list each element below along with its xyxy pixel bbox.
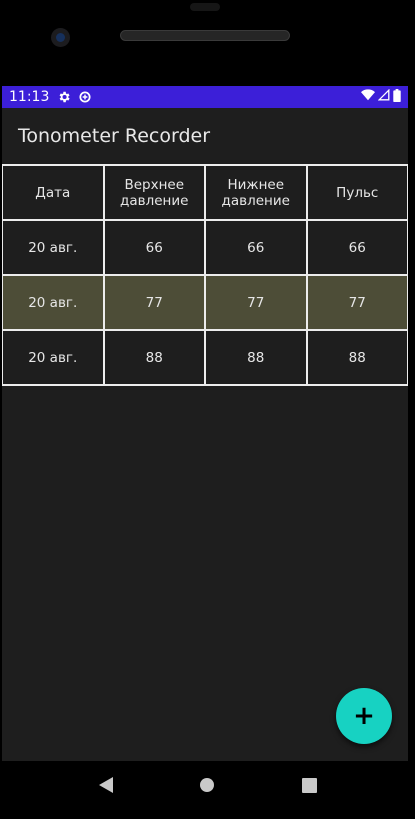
wifi-icon	[361, 89, 375, 105]
status-time: 11:13	[9, 89, 50, 105]
readings-table: Дата Верхнее давление Нижнее давление Пуль…	[2, 164, 408, 386]
header-date-label: Дата	[35, 184, 71, 201]
cell-systolic[interactable]: 88	[102, 329, 206, 386]
header-pulse: Пульс	[305, 164, 408, 221]
cell-date[interactable]: 20 авг.	[2, 329, 105, 386]
app-screen: 11:13 Tonometer Recorder Дата Верхнее дав…	[2, 86, 408, 761]
device-top-speaker	[190, 3, 220, 11]
status-bar: 11:13	[2, 86, 408, 108]
battery-icon	[393, 88, 401, 106]
home-icon[interactable]	[187, 765, 227, 805]
system-nav-bar	[0, 761, 415, 809]
header-date: Дата	[2, 164, 105, 221]
cell-date[interactable]: 20 авг.	[2, 274, 105, 331]
add-reading-button[interactable]: +	[336, 688, 392, 744]
header-pulse-label: Пульс	[336, 184, 379, 201]
cell-diastolic[interactable]: 77	[204, 274, 308, 331]
header-diastolic: Нижнее давление	[204, 164, 308, 221]
cell-systolic[interactable]: 66	[102, 219, 206, 276]
earpiece-grill	[120, 30, 290, 41]
table-row-selected[interactable]: 20 авг. 77 77 77	[2, 274, 408, 331]
gear-icon	[57, 90, 71, 104]
cell-pulse[interactable]: 66	[305, 219, 408, 276]
app-title: Tonometer Recorder	[18, 125, 211, 147]
cell-date[interactable]: 20 авг.	[2, 219, 105, 276]
cell-pulse[interactable]: 77	[305, 274, 408, 331]
cell-signal-icon	[377, 88, 390, 105]
recents-icon[interactable]	[289, 765, 329, 805]
status-right-icons	[361, 88, 401, 106]
table-row[interactable]: 20 авг. 88 88 88	[2, 329, 408, 386]
plus-icon: +	[353, 701, 375, 731]
app-bar: Tonometer Recorder	[2, 108, 408, 164]
header-systolic-label-line2: давление	[120, 192, 189, 209]
data-saver-icon	[78, 90, 92, 104]
table-row[interactable]: 20 авг. 66 66 66	[2, 219, 408, 276]
cell-pulse[interactable]: 88	[305, 329, 408, 386]
camera-lens	[56, 33, 65, 42]
header-diastolic-label-line2: давление	[221, 192, 290, 209]
cell-diastolic[interactable]: 66	[204, 219, 308, 276]
header-systolic-label-line1: Верхнее	[124, 176, 185, 193]
cell-diastolic[interactable]: 88	[204, 329, 308, 386]
front-camera	[51, 28, 70, 47]
cell-systolic[interactable]: 77	[102, 274, 206, 331]
header-diastolic-label-line1: Нижнее	[227, 176, 285, 193]
header-systolic: Верхнее давление	[102, 164, 206, 221]
table-header-row: Дата Верхнее давление Нижнее давление Пуль…	[2, 164, 408, 221]
back-icon[interactable]	[86, 765, 126, 805]
